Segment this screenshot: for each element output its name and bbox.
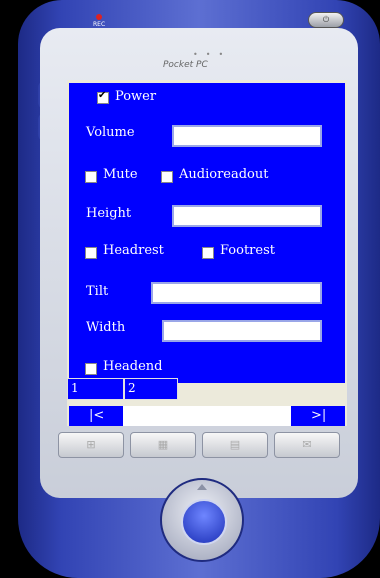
record-indicator: REC xyxy=(93,14,105,28)
footrest-label: Footrest xyxy=(220,243,275,258)
inbox-icon: ✉ xyxy=(302,438,312,451)
record-label: REC xyxy=(93,21,106,28)
hardware-keys: ⊞ ▦ ▤ ✉ xyxy=(58,432,346,460)
settings-form: Power Volume Mute Audioreadout Height He… xyxy=(69,83,345,383)
windows-icon: ⊞ xyxy=(86,438,96,451)
brand-label: Pocket PC xyxy=(163,60,208,70)
headend-label: Headend xyxy=(103,359,163,374)
contacts-icon: ▤ xyxy=(229,438,241,451)
headrest-label: Headrest xyxy=(103,243,164,258)
speaker-grille: ••• xyxy=(193,50,232,59)
footrest-checkbox[interactable] xyxy=(202,247,214,259)
last-record-button[interactable]: >| xyxy=(291,406,345,426)
headend-checkbox[interactable] xyxy=(85,363,97,375)
tab-2[interactable]: 2 xyxy=(124,378,178,400)
tilt-input[interactable] xyxy=(151,282,322,304)
calendar-key[interactable]: ▦ xyxy=(130,432,196,458)
action-button[interactable] xyxy=(181,499,227,545)
screen: Power Volume Mute Audioreadout Height He… xyxy=(67,80,347,426)
record-led-icon xyxy=(96,14,103,20)
audioreadout-label: Audioreadout xyxy=(179,167,269,182)
device-power-button[interactable]: ⏻ xyxy=(308,12,344,28)
calendar-icon: ▦ xyxy=(157,438,169,451)
audioreadout-checkbox[interactable] xyxy=(161,171,173,183)
volume-input[interactable] xyxy=(172,125,322,147)
inbox-key[interactable]: ✉ xyxy=(274,432,340,458)
up-arrow-icon xyxy=(197,484,207,490)
windows-key[interactable]: ⊞ xyxy=(58,432,124,458)
height-label: Height xyxy=(86,206,132,221)
tab-1[interactable]: 1 xyxy=(67,378,124,400)
volume-label: Volume xyxy=(86,125,135,140)
height-input[interactable] xyxy=(172,205,322,227)
mute-checkbox[interactable] xyxy=(85,171,97,183)
contacts-key[interactable]: ▤ xyxy=(202,432,268,458)
width-input[interactable] xyxy=(162,320,322,342)
power-checkbox[interactable] xyxy=(97,90,109,104)
record-navigation: |< >| xyxy=(69,406,345,426)
power-icon: ⏻ xyxy=(322,15,330,24)
mute-label: Mute xyxy=(103,167,138,182)
tilt-label: Tilt xyxy=(86,284,109,299)
width-label: Width xyxy=(86,320,126,335)
first-record-button[interactable]: |< xyxy=(69,406,123,426)
headrest-checkbox[interactable] xyxy=(85,247,97,259)
power-label: Power xyxy=(115,89,157,104)
navigation-pad[interactable] xyxy=(160,478,244,562)
